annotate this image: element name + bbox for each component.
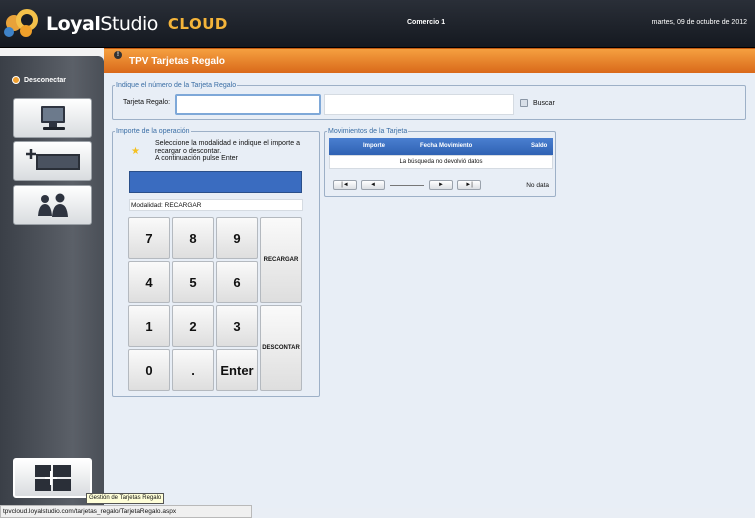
brand-cloud: CLOUD [167, 15, 228, 33]
search-button[interactable]: Buscar [520, 99, 555, 107]
amount-section-legend: Importe de la operación [116, 128, 190, 135]
star-icon: ★ [131, 146, 140, 157]
amount-display [129, 171, 302, 193]
sidebar-button-pos[interactable] [13, 98, 92, 138]
card-number-input[interactable] [175, 94, 321, 115]
disconnect-icon [12, 76, 20, 84]
last-page-button[interactable]: ►| [457, 180, 481, 190]
column-header-balance[interactable]: Saldo [531, 143, 547, 149]
discount-button[interactable]: DESCONTAR [260, 305, 302, 391]
pager-status: No data [526, 182, 549, 189]
key-1[interactable]: 1 [128, 305, 170, 347]
key-3[interactable]: 3 [216, 305, 258, 347]
key-decimal[interactable]: . [172, 349, 214, 391]
logo-icon [4, 7, 44, 41]
gift-card-manager-icon [34, 465, 71, 491]
browser-status-url: tpvcloud.loyalstudio.com/tarjetas_regalo… [0, 505, 252, 518]
search-label: Buscar [533, 99, 555, 107]
disconnect-link[interactable]: Desconectar [12, 76, 66, 84]
movements-legend: Movimientos de la Tarjeta [328, 128, 408, 135]
card-holder-field [324, 94, 514, 115]
search-icon [520, 99, 528, 107]
column-header-date[interactable]: Fecha Movimiento [420, 143, 472, 149]
key-8[interactable]: 8 [172, 217, 214, 259]
card-number-label: Tarjeta Regalo: [123, 99, 171, 106]
key-5[interactable]: 5 [172, 261, 214, 303]
recharge-button[interactable]: RECARGAR [260, 217, 302, 303]
mode-value: RECARGAR [164, 202, 202, 209]
prev-page-button[interactable]: ◄ [361, 180, 385, 190]
add-card-icon [25, 149, 80, 170]
amount-instructions: Seleccione la modalidad e indique el imp… [155, 140, 300, 163]
instruction-line-1: Seleccione la modalidad e indique el imp… [155, 140, 300, 155]
store-name: Comercio 1 [407, 19, 446, 26]
key-enter[interactable]: Enter [216, 349, 258, 391]
monitor-icon [40, 106, 65, 130]
page-titlebar: ! TPV Tarjetas Regalo [104, 48, 755, 73]
warning-icon: ! [114, 51, 122, 59]
users-icon [37, 193, 68, 217]
key-7[interactable]: 7 [128, 217, 170, 259]
current-date: martes, 09 de octubre de 2012 [651, 19, 747, 26]
sidebar-button-gift-cards[interactable] [13, 458, 92, 498]
next-page-button[interactable]: ► [429, 180, 453, 190]
sidebar-button-add-card[interactable] [13, 141, 92, 181]
movements-grid-header: Importe Fecha Movimiento Saldo [329, 138, 553, 155]
disconnect-label: Desconectar [24, 76, 67, 84]
brand-light: Studio [100, 13, 158, 35]
tooltip: Gestión de Tarjetas Regalo [86, 493, 165, 504]
key-6[interactable]: 6 [216, 261, 258, 303]
instruction-line-2: A continuación pulse Enter [155, 155, 238, 162]
column-header-amount[interactable]: Importe [363, 143, 385, 149]
key-2[interactable]: 2 [172, 305, 214, 347]
brand-logo: LoyalStudio CLOUD [4, 6, 228, 42]
pager-track [390, 185, 424, 186]
card-section-legend: Indique el número de la Tarjeta Regalo [116, 82, 237, 89]
mode-label: Modalidad: [131, 202, 163, 209]
brand-bold: Loyal [46, 13, 101, 35]
sidebar-button-users[interactable] [13, 185, 92, 225]
mode-field: Modalidad: RECARGAR [129, 199, 303, 211]
movements-empty-row: La búsqueda no devolvió datos [329, 155, 553, 169]
key-4[interactable]: 4 [128, 261, 170, 303]
top-header: LoyalStudio CLOUD Comercio 1 martes, 09 … [0, 0, 755, 48]
key-0[interactable]: 0 [128, 349, 170, 391]
page-title: TPV Tarjetas Regalo [129, 56, 225, 67]
key-9[interactable]: 9 [216, 217, 258, 259]
movements-pager: |◄ ◄ ► ►| No data [329, 176, 553, 193]
first-page-button[interactable]: |◄ [333, 180, 357, 190]
